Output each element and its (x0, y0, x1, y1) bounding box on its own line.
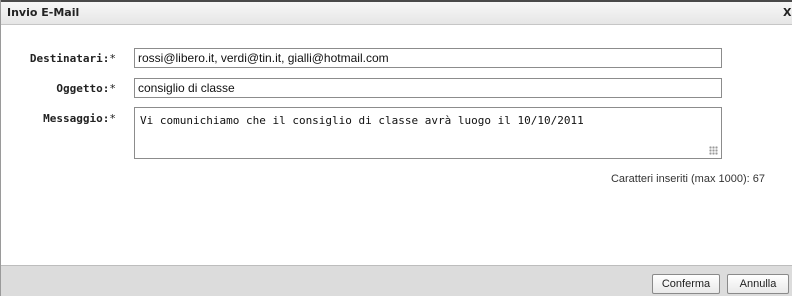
required-mark: * (109, 112, 116, 125)
subject-input[interactable]: consiglio di classe (134, 78, 722, 98)
confirm-button[interactable]: Conferma (652, 274, 720, 294)
subject-label: Oggetto:* (1, 82, 116, 95)
recipients-label-text: Destinatari: (29, 52, 110, 65)
character-counter: Caratteri inseriti (max 1000): 67 (610, 173, 765, 185)
required-mark: * (109, 82, 116, 95)
subject-label-text: Oggetto: (56, 82, 110, 95)
message-textarea[interactable]: Vi comunichiamo che il consiglio di clas… (134, 107, 722, 159)
recipients-label: Destinatari:* (1, 52, 116, 65)
message-text: Vi comunichiamo che il consiglio di clas… (140, 114, 584, 127)
recipients-input[interactable]: rossi@libero.it, verdi@tin.it, gialli@ho… (134, 48, 722, 68)
message-label: Messaggio:* (1, 112, 116, 125)
required-mark: * (109, 52, 116, 65)
email-dialog: Invio E-Mail X Destinatari:* rossi@liber… (0, 0, 792, 296)
resize-grip-icon[interactable] (709, 146, 718, 155)
dialog-title: Invio E-Mail (7, 6, 80, 19)
dialog-footer: Conferma Annulla (1, 265, 792, 296)
close-icon[interactable]: X (783, 6, 792, 20)
dialog-titlebar[interactable]: Invio E-Mail X (1, 0, 792, 25)
message-label-text: Messaggio: (43, 112, 110, 125)
cancel-button[interactable]: Annulla (727, 274, 789, 294)
